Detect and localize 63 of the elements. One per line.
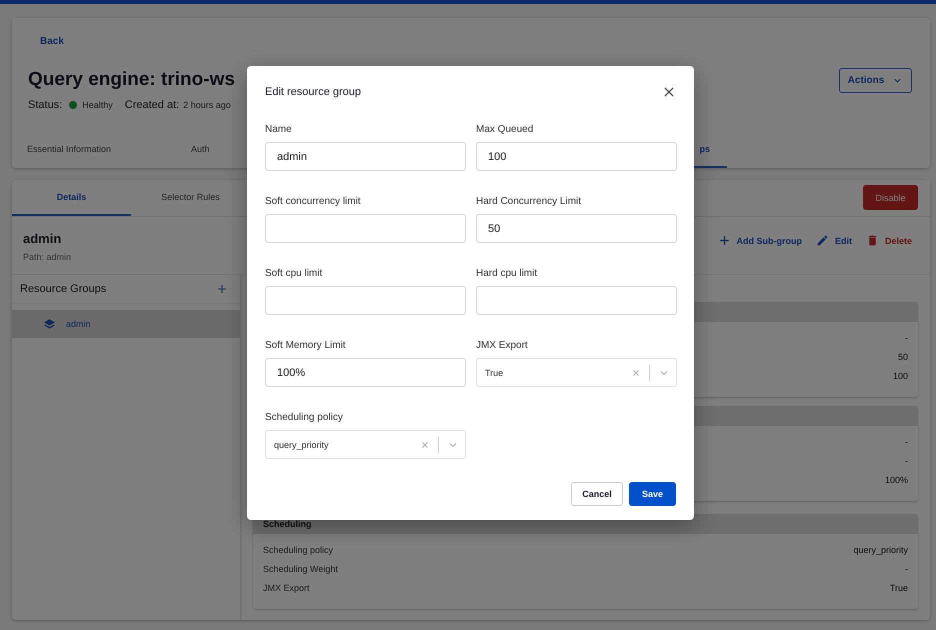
- field-value: query_priority: [853, 545, 908, 555]
- group-path: Path: admin: [23, 252, 72, 262]
- field-label: Name: [265, 124, 293, 137]
- tree-title: Resource Groups: [20, 283, 106, 295]
- action-link[interactable]: Delete: [866, 234, 912, 247]
- group-name: admin: [23, 231, 62, 246]
- field-value: True: [890, 583, 908, 593]
- panel-title: Scheduling: [263, 519, 312, 529]
- plus-icon: [718, 234, 730, 247]
- field-value: -: [905, 437, 908, 447]
- field-value: -: [905, 456, 908, 466]
- field-label: Scheduling Weight: [263, 564, 338, 574]
- field-label: Soft cpu limit: [265, 268, 324, 281]
- field-label: Scheduling policy: [263, 545, 334, 555]
- input-field[interactable]: [265, 286, 466, 315]
- input-field[interactable]: admin: [265, 142, 466, 171]
- tab[interactable]: Details: [12, 180, 131, 216]
- status-label: Status:: [28, 99, 62, 111]
- created-value: 2 hours ago: [183, 100, 231, 110]
- page-title: Query engine: trino-ws: [28, 69, 235, 91]
- status-value: Healthy: [82, 100, 113, 110]
- dialog-title: Edit resource group: [265, 86, 361, 98]
- input-field[interactable]: [265, 214, 466, 243]
- layers-icon: [43, 318, 56, 330]
- select-field[interactable]: True: [476, 358, 677, 387]
- input-field[interactable]: 100%: [265, 358, 466, 387]
- action-link[interactable]: Edit: [816, 234, 852, 247]
- tab[interactable]: Auth: [176, 132, 225, 168]
- actions-button[interactable]: Actions: [839, 68, 912, 93]
- select-field[interactable]: query_priority: [265, 430, 466, 459]
- created-label: Created at:: [124, 99, 180, 111]
- field-label: Soft concurrency limit: [265, 196, 362, 209]
- input-field[interactable]: [476, 286, 677, 315]
- tab[interactable]: Selector Rules: [131, 180, 250, 216]
- disable-button[interactable]: Disable: [863, 185, 918, 210]
- field-label: Hard Concurrency Limit: [476, 196, 582, 209]
- field-label: Scheduling policy: [265, 412, 344, 425]
- field-label: Hard cpu limit: [476, 268, 538, 281]
- cancel-button[interactable]: Cancel: [571, 482, 623, 506]
- clear-icon: [631, 368, 641, 378]
- plus-icon: [216, 283, 228, 295]
- back-link[interactable]: Back: [40, 36, 64, 47]
- tab[interactable]: Essential Information: [12, 132, 126, 168]
- field-value: 100: [892, 371, 908, 381]
- close-icon: [662, 85, 676, 99]
- status-dot-icon: [69, 101, 78, 109]
- field-value: 50: [898, 352, 908, 362]
- pencil-icon: [816, 234, 829, 247]
- save-button[interactable]: Save: [629, 482, 676, 506]
- input-field[interactable]: 50: [476, 214, 677, 243]
- field-label: JMX Export: [476, 340, 529, 353]
- field-value: -: [905, 564, 908, 574]
- field-value: -: [905, 333, 908, 343]
- field-label: Soft Memory Limit: [265, 340, 347, 353]
- trash-icon: [866, 234, 879, 247]
- close-button[interactable]: [662, 85, 676, 99]
- field-label: Max Queued: [476, 124, 534, 137]
- tree-item[interactable]: admin: [12, 310, 240, 338]
- clear-icon: [420, 440, 430, 450]
- input-field[interactable]: 100: [476, 142, 677, 171]
- field-label: JMX Export: [263, 583, 310, 593]
- action-link[interactable]: Add Sub-group: [718, 234, 802, 247]
- field-value: 100%: [884, 475, 908, 485]
